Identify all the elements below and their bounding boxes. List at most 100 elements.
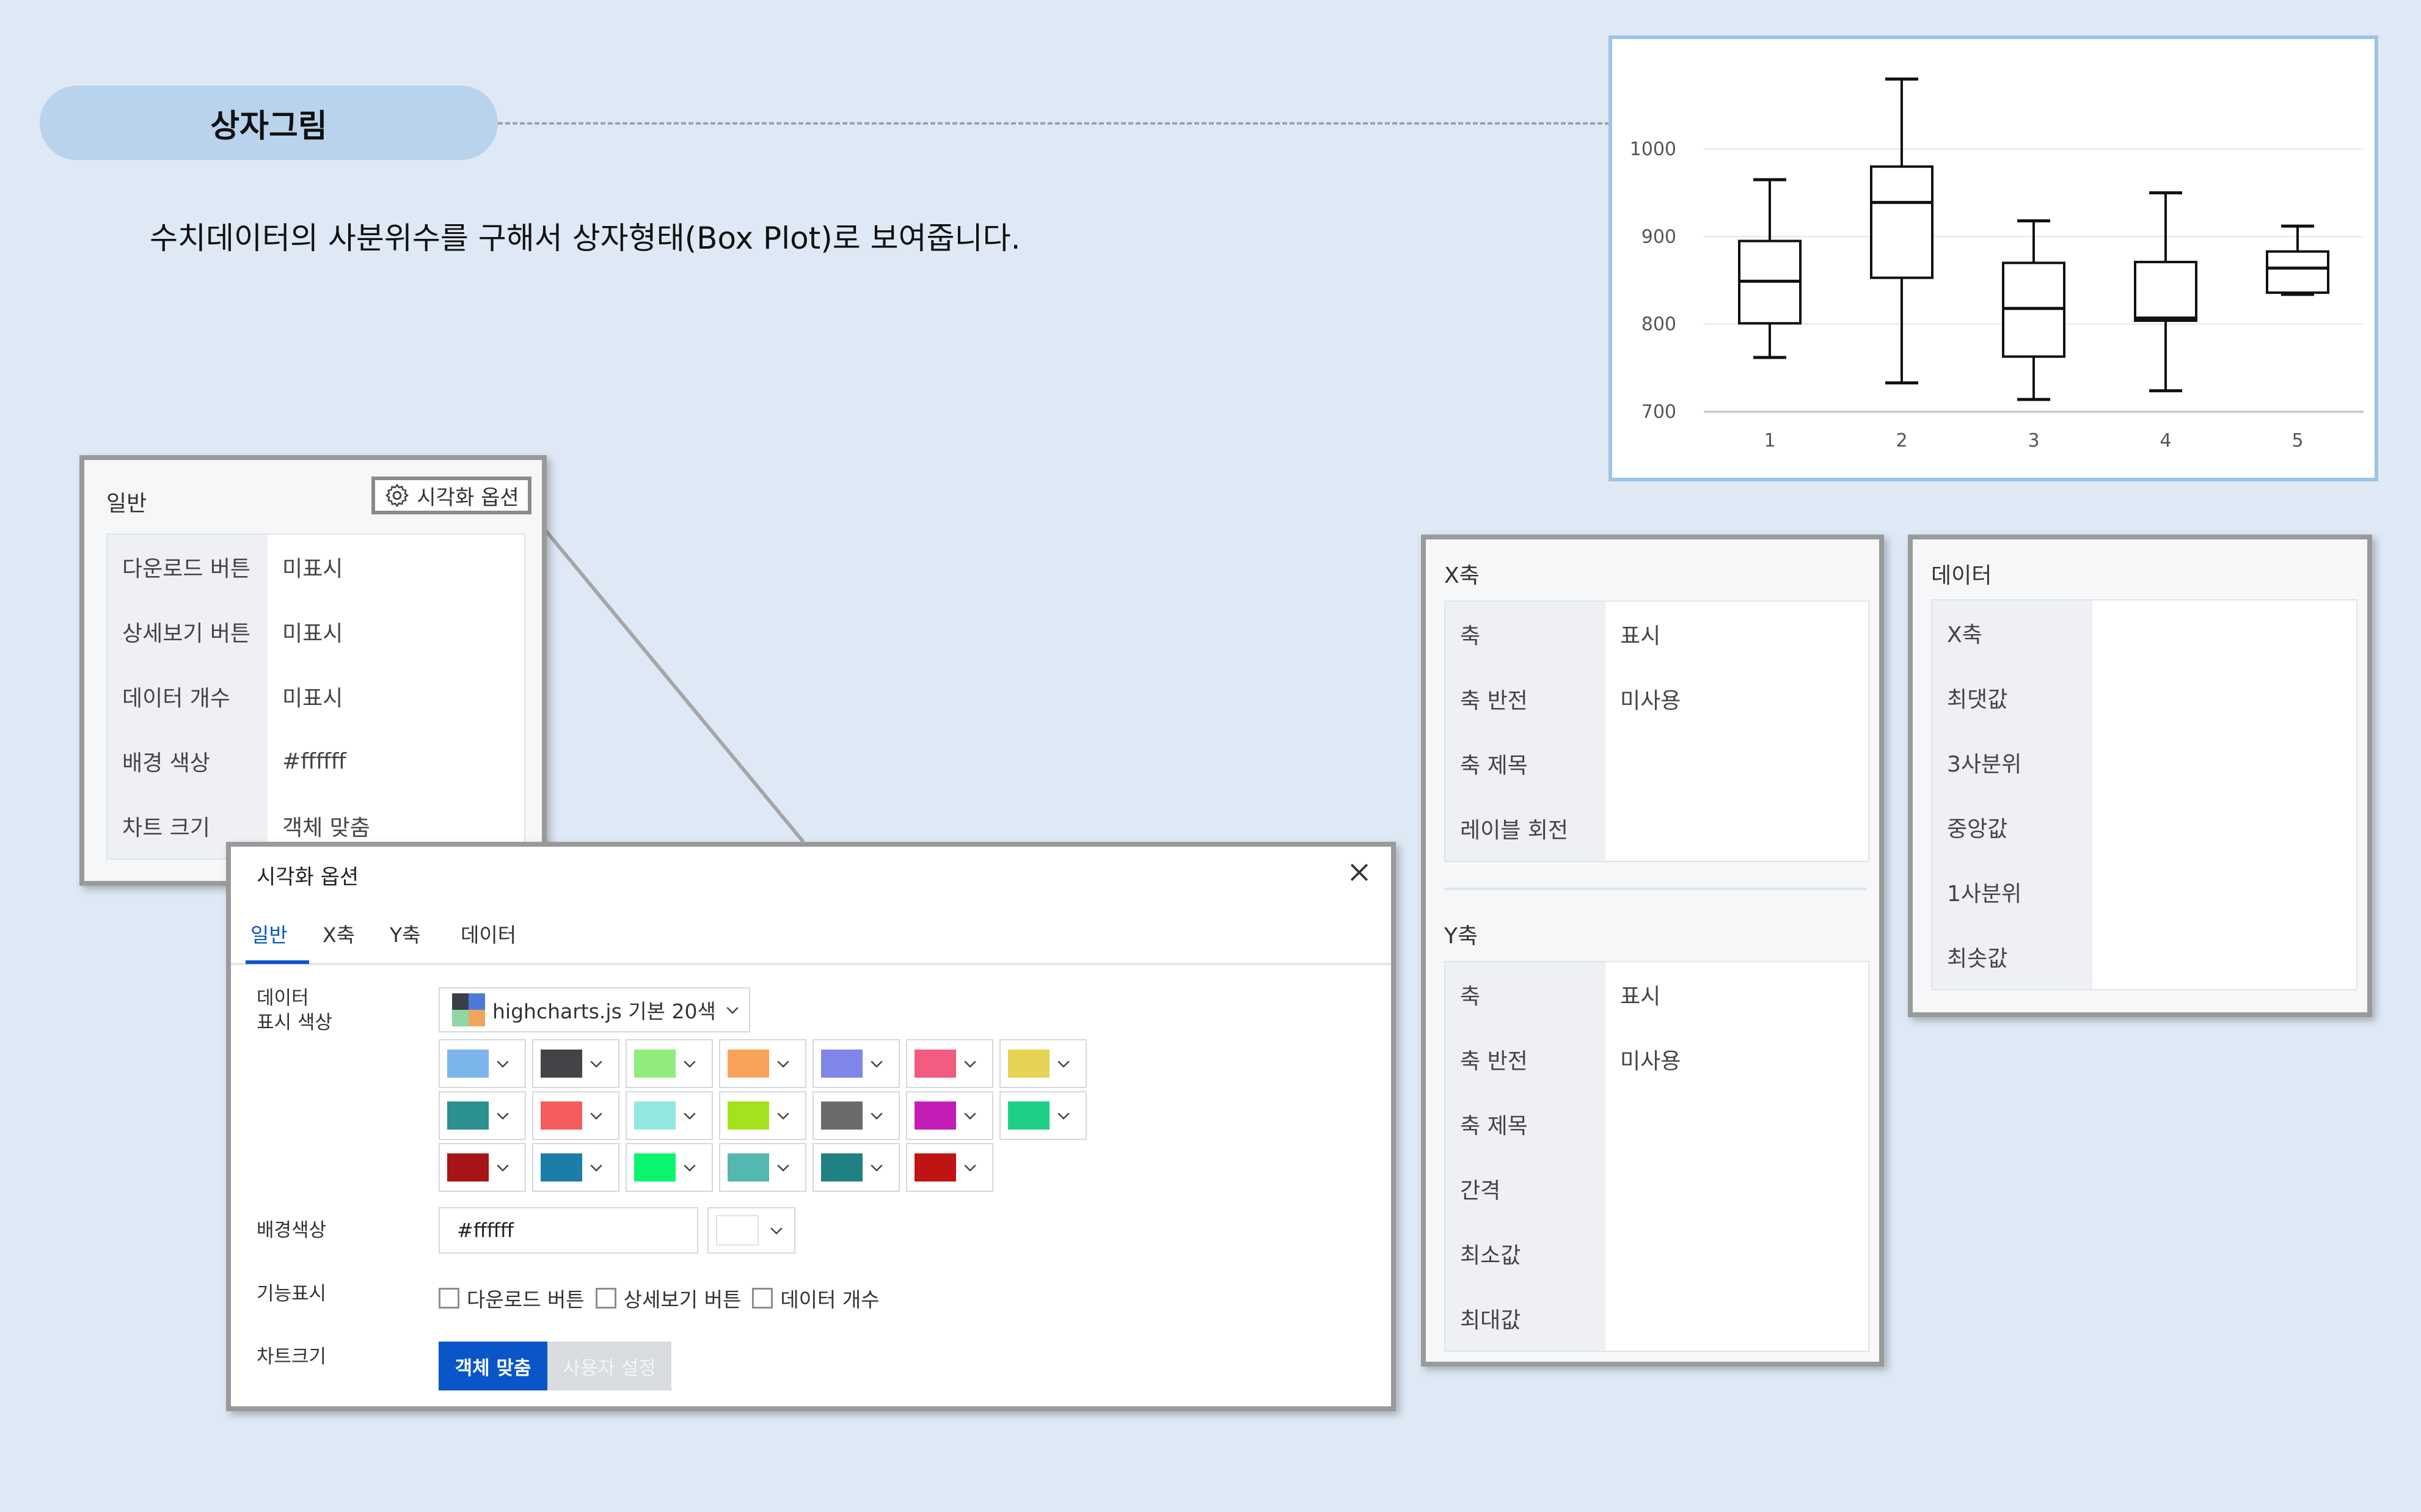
yaxis-properties: 축 표시 축 반전 미사용 축 제목 간격 최소값 최대값 xyxy=(1444,961,1869,1352)
detail-button-checkbox[interactable] xyxy=(595,1288,616,1309)
prop-key: X축 xyxy=(1932,601,2092,665)
chevron-down-icon xyxy=(497,1061,509,1068)
chart-size-label: 차트크기 xyxy=(257,1346,327,1368)
boxplot-chart: 700 800 900 1000 1 2 3 4 5 xyxy=(1609,35,2378,481)
tab-yaxis[interactable]: Y축 xyxy=(390,919,421,948)
prop-value: 미표시 xyxy=(282,621,343,646)
bg-color-label: 배경색상 xyxy=(257,1219,327,1241)
x-tick-label: 4 xyxy=(2160,430,2171,451)
tab-general[interactable]: 일반 xyxy=(250,919,288,948)
tab-data[interactable]: 데이터 xyxy=(461,919,516,948)
prop-key: 데이터 개수 xyxy=(108,664,268,729)
chevron-down-icon xyxy=(871,1164,883,1172)
chevron-down-icon xyxy=(777,1061,789,1068)
feature-checkboxes: 다운로드 버튼 상세보기 버튼 데이터 개수 xyxy=(439,1284,880,1313)
data-properties: X축 최댓값 3사분위 중앙값 1사분위 최솟값 xyxy=(1931,599,2357,990)
chevron-down-icon xyxy=(684,1061,696,1068)
palette-select[interactable]: highcharts.js 기본 20색 xyxy=(439,987,750,1032)
download-button-checkbox[interactable] xyxy=(439,1288,459,1309)
data-color-label-line1: 데이터 xyxy=(257,987,309,1009)
color-swatch-button[interactable] xyxy=(719,1039,806,1088)
prop-row: 간격 xyxy=(1445,1156,1868,1221)
close-icon[interactable] xyxy=(1346,859,1373,886)
yaxis-panel-title: Y축 xyxy=(1444,924,1478,949)
x-tick-label: 2 xyxy=(1896,430,1907,451)
y-tick-label: 800 xyxy=(1641,314,1676,335)
color-swatch-button[interactable] xyxy=(999,1039,1087,1088)
color-swatch xyxy=(915,1101,956,1130)
color-swatch-button[interactable] xyxy=(439,1091,526,1140)
color-swatch-button[interactable] xyxy=(812,1091,900,1140)
data-count-checkbox[interactable] xyxy=(752,1288,773,1309)
checkbox-label: 다운로드 버튼 xyxy=(467,1288,585,1312)
color-swatch-button[interactable] xyxy=(626,1143,713,1192)
prop-row: 데이터 개수 미표시 xyxy=(108,664,524,729)
data-color-label-line2: 표시 색상 xyxy=(257,1012,332,1034)
color-swatch-button[interactable] xyxy=(532,1091,619,1140)
color-swatch-button[interactable] xyxy=(719,1143,806,1192)
color-swatch-button[interactable] xyxy=(906,1039,993,1088)
color-swatch xyxy=(447,1050,489,1078)
chevron-down-icon xyxy=(871,1112,883,1120)
color-swatch xyxy=(728,1050,769,1078)
prop-key: 축 xyxy=(1445,602,1605,667)
color-swatch xyxy=(821,1050,863,1078)
color-swatch xyxy=(821,1101,863,1130)
y-tick-label: 700 xyxy=(1641,401,1676,423)
x-tick-label: 1 xyxy=(1764,430,1775,451)
tab-xaxis[interactable]: X축 xyxy=(323,919,355,948)
chevron-down-icon xyxy=(590,1061,602,1068)
prop-row: 최솟값 xyxy=(1932,924,2356,989)
checkbox-label: 데이터 개수 xyxy=(780,1288,880,1312)
color-swatch-button[interactable] xyxy=(532,1039,619,1088)
gear-icon xyxy=(385,484,409,507)
box-body xyxy=(2266,250,2329,294)
data-panel-title: 데이터 xyxy=(1931,563,1992,588)
color-swatch-button[interactable] xyxy=(439,1143,526,1192)
visualization-options-button[interactable]: 시각화 옵션 xyxy=(371,477,531,514)
chevron-down-icon xyxy=(497,1112,509,1120)
y-tick-label: 900 xyxy=(1641,226,1676,247)
color-swatch-button[interactable] xyxy=(719,1091,806,1140)
axis-panel: X축 축 표시 축 반전 미사용 축 제목 레이블 회전 Y축 축 표시 축 반… xyxy=(1421,535,1884,1367)
color-swatch-button[interactable] xyxy=(626,1039,713,1088)
color-swatch-button[interactable] xyxy=(812,1143,900,1192)
prop-value: 표시 xyxy=(1620,984,1661,1009)
chevron-down-icon xyxy=(777,1112,789,1120)
color-swatch-button[interactable] xyxy=(532,1143,619,1192)
chevron-down-icon xyxy=(770,1227,783,1235)
color-swatch-button[interactable] xyxy=(626,1091,713,1140)
bg-color-input[interactable]: #ffffff xyxy=(439,1207,698,1254)
dialog-tabs: 일반 X축 Y축 데이터 xyxy=(231,902,1391,965)
prop-key: 축 제목 xyxy=(1445,1092,1605,1156)
color-swatch-button[interactable] xyxy=(812,1039,900,1088)
visualization-options-dialog: 시각화 옵션 일반 X축 Y축 데이터 데이터 표시 색상 highcharts… xyxy=(226,842,1396,1411)
prop-row: 3사분위 xyxy=(1932,730,2356,795)
color-swatch xyxy=(728,1101,769,1130)
prop-key: 최대값 xyxy=(1445,1286,1605,1351)
color-swatch-button[interactable] xyxy=(999,1091,1087,1140)
bg-color-swatch xyxy=(716,1215,759,1246)
custom-size-button[interactable]: 사용자 설정 xyxy=(547,1342,671,1390)
color-swatch-button[interactable] xyxy=(906,1143,993,1192)
general-properties: 다운로드 버튼 미표시 상세보기 버튼 미표시 데이터 개수 미표시 배경 색상… xyxy=(106,533,525,860)
color-swatch-button[interactable] xyxy=(906,1091,993,1140)
prop-key: 축 제목 xyxy=(1445,731,1605,796)
data-panel: 데이터 X축 최댓값 3사분위 중앙값 1사분위 최솟값 xyxy=(1908,535,2372,1017)
fit-object-button[interactable]: 객체 맞춤 xyxy=(439,1342,547,1390)
chevron-down-icon xyxy=(684,1112,696,1120)
prop-row: 최소값 xyxy=(1445,1221,1868,1286)
prop-key: 최댓값 xyxy=(1932,665,2092,730)
color-swatch xyxy=(634,1153,676,1181)
data-color-label: 데이터 표시 색상 xyxy=(257,986,332,1035)
chevron-down-icon xyxy=(964,1164,976,1172)
bg-color-picker[interactable] xyxy=(707,1207,795,1254)
prop-key: 축 xyxy=(1445,962,1605,1027)
palette-name: highcharts.js 기본 20색 xyxy=(492,999,716,1023)
prop-row: X축 xyxy=(1932,601,2356,665)
color-swatch xyxy=(447,1153,489,1181)
color-swatch xyxy=(634,1050,676,1078)
prop-value: 표시 xyxy=(1620,624,1661,649)
panel-divider xyxy=(1444,888,1867,890)
color-swatch-button[interactable] xyxy=(439,1039,526,1088)
